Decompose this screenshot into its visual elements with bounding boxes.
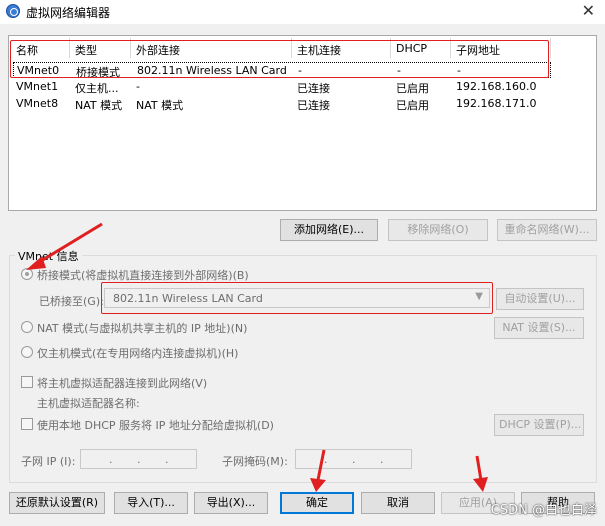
- cell-name: VMnet1: [16, 80, 59, 93]
- cell-external: NAT 模式: [136, 99, 184, 112]
- remove-network-button[interactable]: 移除网络(O): [388, 219, 488, 241]
- ip-dot: .: [109, 453, 113, 466]
- dhcp-settings-button[interactable]: DHCP 设置(P)...: [494, 414, 584, 436]
- use-dhcp-checkbox[interactable]: [21, 418, 33, 430]
- ok-button[interactable]: 确定: [280, 492, 354, 514]
- subnet-ip-input[interactable]: . . .: [80, 449, 197, 469]
- host-only-radio[interactable]: [21, 346, 33, 358]
- restore-defaults-button[interactable]: 还原默认设置(R): [9, 492, 105, 514]
- import-button[interactable]: 导入(T)...: [114, 492, 188, 514]
- ip-dot: .: [380, 453, 384, 466]
- auto-settings-button[interactable]: 自动设置(U)...: [496, 288, 584, 310]
- cell-external: -: [136, 80, 140, 93]
- cell-type: NAT 模式: [75, 99, 123, 112]
- use-dhcp-label: 使用本地 DHCP 服务将 IP 地址分配给虚拟机(D): [37, 419, 274, 432]
- ip-dot: .: [165, 453, 169, 466]
- ip-dot: .: [352, 453, 356, 466]
- cell-dhcp: 已启用: [396, 99, 429, 112]
- annotation-highlight-box: [10, 40, 549, 78]
- annotation-arrow-icon: [473, 455, 488, 492]
- cell-name: VMnet8: [16, 97, 59, 110]
- cell-host: 已连接: [297, 99, 330, 112]
- cell-type: 仅主机...: [75, 82, 119, 95]
- host-only-label: 仅主机模式(在专用网络内连接虚拟机)(H): [37, 347, 239, 360]
- nat-radio[interactable]: [21, 321, 33, 333]
- adapter-name-label: 主机虚拟适配器名称:: [37, 397, 140, 410]
- bridged-to-label: 已桥接至(G):: [39, 295, 104, 308]
- connect-adapter-label: 将主机虚拟适配器连接到此网络(V): [37, 377, 208, 390]
- column-divider: [550, 38, 551, 58]
- close-icon[interactable]: ✕: [582, 1, 595, 20]
- watermark-text: CSDN @白也白泽: [490, 503, 597, 518]
- nat-label: NAT 模式(与虚拟机共享主机的 IP 地址)(N): [37, 322, 248, 335]
- cell-host: 已连接: [297, 82, 330, 95]
- ip-dot: .: [137, 453, 141, 466]
- nat-settings-button[interactable]: NAT 设置(S)...: [494, 317, 584, 339]
- add-network-button[interactable]: 添加网络(E)...: [280, 219, 378, 241]
- annotation-highlight-box: [101, 282, 493, 314]
- cell-subnet: 192.168.160.0: [456, 80, 537, 93]
- annotation-arrow-icon: [310, 449, 326, 492]
- table-row-vmnet1[interactable]: VMnet1 仅主机... - 已连接 已启用 192.168.160.0: [13, 79, 551, 95]
- network-globe-icon: [6, 4, 20, 18]
- cancel-button[interactable]: 取消: [361, 492, 435, 514]
- connect-adapter-checkbox[interactable]: [21, 376, 33, 388]
- subnet-mask-label: 子网掩码(M):: [222, 455, 288, 468]
- table-row-vmnet8[interactable]: VMnet8 NAT 模式 NAT 模式 已连接 已启用 192.168.171…: [13, 96, 551, 112]
- window-title: 虚拟网络编辑器: [26, 6, 111, 20]
- subnet-ip-label: 子网 IP (I):: [21, 455, 76, 468]
- cell-subnet: 192.168.171.0: [456, 97, 537, 110]
- export-button[interactable]: 导出(X)...: [194, 492, 268, 514]
- rename-network-button[interactable]: 重命名网络(W)...: [497, 219, 597, 241]
- cell-dhcp: 已启用: [396, 82, 429, 95]
- annotation-arrow-icon: [26, 222, 103, 270]
